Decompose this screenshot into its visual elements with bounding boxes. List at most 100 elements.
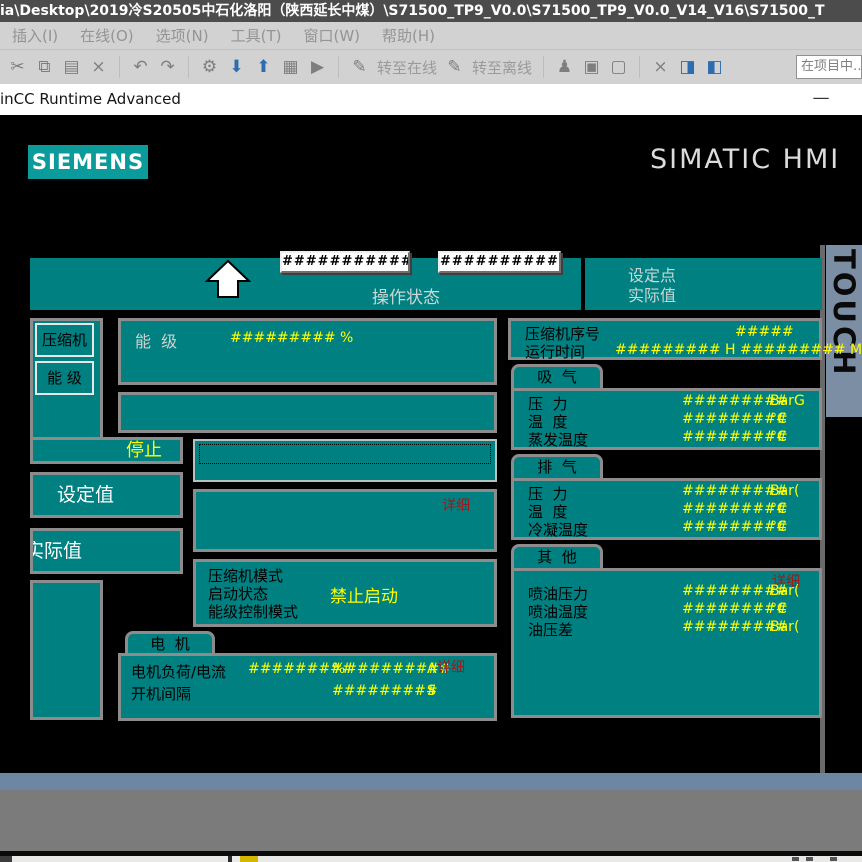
run-time-value: ######### H ######### Min (615, 342, 862, 358)
start-interval-value: ######### (332, 683, 438, 699)
toolbar-separator (188, 56, 189, 78)
split-vertical-icon[interactable]: ◧ (705, 57, 724, 77)
up-arrow-icon (205, 259, 251, 299)
compressor-info-panel: 压缩机序号 ##### 运行时间 ######### H ######### M… (508, 318, 822, 360)
start-status-value: 禁止启动 (330, 582, 398, 607)
empty-panel (118, 392, 497, 433)
discharge-temp-unit: °C (770, 501, 787, 517)
energy-input-panel (193, 439, 497, 482)
menu-tools[interactable]: 工具(T) (231, 25, 282, 46)
sidebar-tab-column: 压缩机 能 级 (30, 318, 103, 445)
download-to-device-icon[interactable]: ⬇ (227, 57, 246, 77)
sidebar-lower-column (30, 580, 103, 720)
paste-icon[interactable]: ▤ (62, 57, 81, 77)
mode-panel: 压缩机模式 启动状态 禁止启动 能级控制模式 (193, 559, 497, 627)
oil-pressure-diff-label: 油压差 (528, 619, 573, 640)
cut-icon[interactable]: ✂ (8, 57, 27, 77)
taskbar-edge (0, 856, 862, 862)
toolbar-separator (543, 56, 544, 78)
condensing-temp-label: 冷凝温度 (528, 519, 588, 540)
menu-bar: 插入(I) 在线(O) 选项(N) 工具(T) 窗口(W) 帮助(H) (0, 22, 862, 49)
actual-legend: 实际值 (628, 282, 676, 306)
io-field-right[interactable]: ############# (438, 251, 561, 273)
energy-control-mode-label: 能级控制模式 (208, 601, 298, 622)
menu-help[interactable]: 帮助(H) (382, 25, 435, 46)
screen-title: 操作状态 (372, 283, 440, 308)
search-in-project-input[interactable]: 在项目中… (796, 55, 862, 79)
taskbar-tray-mark (806, 857, 813, 861)
redo-icon[interactable]: ↷ (158, 57, 177, 77)
condensing-temp-unit: °C (770, 519, 787, 535)
split-horizontal-icon[interactable]: ◨ (678, 57, 697, 77)
menu-options[interactable]: 选项(N) (156, 25, 209, 46)
go-online-pen-icon[interactable]: ✎ (350, 57, 369, 77)
menu-online[interactable]: 在线(O) (80, 25, 134, 46)
go-online-button[interactable]: 转至在线 (377, 57, 437, 78)
tab-compressor[interactable]: 压缩机 (35, 323, 94, 357)
evaporation-temp-unit: °C (770, 429, 787, 445)
energy-level-value: ######### % (230, 330, 353, 346)
window-bottom-accent (0, 773, 862, 790)
taskbar-divider (228, 856, 232, 862)
undo-icon[interactable]: ↶ (131, 57, 150, 77)
run-time-label: 运行时间 (525, 341, 585, 362)
siemens-logo: SIEMENS (28, 145, 148, 179)
suction-temp-unit: °C (770, 411, 787, 427)
energy-level-panel: 能 级 ######### % (118, 318, 497, 385)
minimize-button[interactable]: — (806, 84, 836, 115)
others-panel: 详细 喷油压力 ######### Bar( 喷油温度 ######### °C… (511, 568, 822, 718)
show-window-icon[interactable]: ▣ (582, 57, 601, 77)
touch-bezel-label: TOUCH (826, 245, 862, 417)
oil-injection-pressure-unit: Bar( (770, 583, 799, 599)
motor-current-unit: A (427, 661, 437, 677)
discharge-pressure-unit: Bar( (770, 483, 799, 499)
window-bottom-frame (0, 790, 862, 851)
device-icon[interactable]: ▦ (281, 57, 300, 77)
compressor-state-indicator: 停止 (30, 437, 183, 464)
tab-others: 其 他 (511, 544, 603, 569)
start-interval-unit: S (427, 683, 436, 699)
detail-button[interactable]: 详细 (442, 495, 470, 515)
compressor-serial-value: ##### (735, 324, 794, 340)
menu-insert[interactable]: 插入(I) (12, 25, 58, 46)
toolbar-separator (338, 56, 339, 78)
status-bar-right (585, 258, 822, 310)
motor-panel: 电机负荷/电流 ######### %######### A 详细 开机间隔 #… (118, 653, 497, 721)
motor-detail-button[interactable]: 详细 (437, 657, 465, 677)
toolbar-separator (119, 56, 120, 78)
close-window-icon[interactable]: × (651, 57, 670, 77)
taskbar-tray-mark (792, 857, 799, 861)
taskbar-tray-mark (830, 857, 837, 861)
suction-pressure-unit: BarG (770, 393, 805, 409)
oil-pressure-diff-unit: Bar( (770, 619, 799, 635)
copy-icon[interactable]: ⧉ (35, 57, 54, 77)
upload-from-device-icon[interactable]: ⬆ (254, 57, 273, 77)
energy-level-label: 能 级 (135, 328, 177, 352)
screen: ia\Desktop\2019冷S20505中石化洛阳（陕西延长中煤）\S715… (0, 0, 862, 862)
io-field-left[interactable]: ############# (280, 251, 410, 273)
runtime-title-bar: inCC Runtime Advanced (0, 84, 862, 115)
oil-injection-temp-unit: °C (770, 601, 787, 617)
toolbar: ✂ ⧉ ▤ × ↶ ↷ ⚙ ⬇ ⬆ ▦ ▶ ✎ 转至在线 ✎ 转至离线 ♟ ▣ … (0, 49, 862, 84)
start-runtime-icon[interactable]: ▶ (308, 57, 327, 77)
setpoint-button[interactable]: 设定值 (30, 472, 183, 518)
menu-window[interactable]: 窗口(W) (303, 25, 360, 46)
accessible-devices-icon[interactable]: ♟ (555, 57, 574, 77)
nav-up-arrow-button[interactable] (205, 259, 251, 299)
detail-panel: 详细 (193, 489, 497, 552)
go-offline-button[interactable]: 转至离线 (472, 57, 532, 78)
tab-energy-level[interactable]: 能 级 (35, 361, 94, 395)
actual-value-button[interactable]: 实际值 (30, 528, 183, 574)
taskbar-app-sliver (240, 856, 258, 862)
delete-icon[interactable]: × (89, 57, 108, 77)
window-title-bar: ia\Desktop\2019冷S20505中石化洛阳（陕西延长中煤）\S715… (0, 0, 862, 22)
discharge-panel: 压 力 ######### Bar( 温 度 ######### °C 冷凝温度… (511, 478, 822, 540)
start-interval-label: 开机间隔 (131, 683, 191, 704)
go-offline-pen-icon[interactable]: ✎ (445, 57, 464, 77)
window-title: ia\Desktop\2019冷S20505中石化洛阳（陕西延长中煤）\S715… (0, 3, 825, 19)
energy-input-field[interactable] (199, 444, 491, 464)
hide-window-icon[interactable]: ▢ (609, 57, 628, 77)
compile-icon[interactable]: ⚙ (200, 57, 219, 77)
tab-suction: 吸 气 (511, 364, 603, 389)
runtime-title: inCC Runtime Advanced (0, 90, 181, 108)
